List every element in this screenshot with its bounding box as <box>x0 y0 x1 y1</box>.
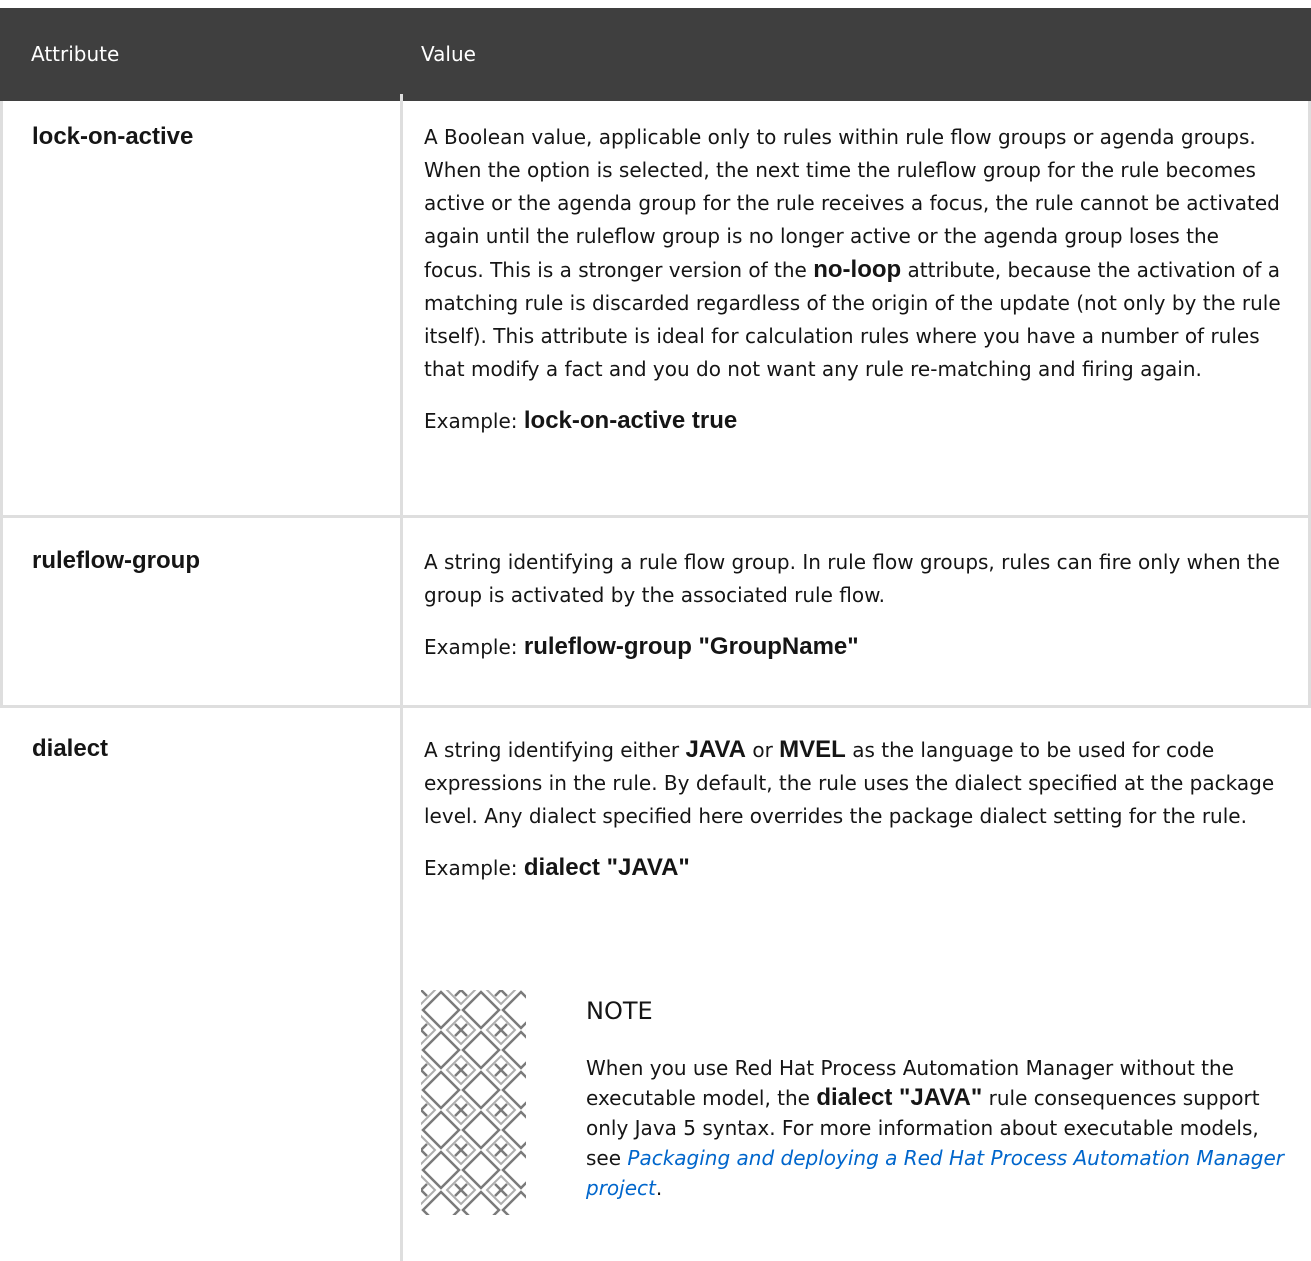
attribute-name: ruleflow-group <box>32 547 200 574</box>
example-code: ruleflow-group "GroupName" <box>523 633 859 660</box>
description-text: A string identifying either JAVA or MVEL… <box>424 736 1275 828</box>
note-pattern-icon <box>421 990 526 1215</box>
code-term: JAVA <box>685 736 746 763</box>
row-divider <box>0 515 1311 518</box>
column-header-attribute: Attribute <box>31 42 120 66</box>
example-code: dialect "JAVA" <box>523 854 690 881</box>
example-code: lock-on-active true <box>523 407 738 434</box>
column-divider <box>400 94 403 1261</box>
attributes-table: Attribute Value lock-on-active A Boolean… <box>0 0 1311 1261</box>
note-body: When you use Red Hat Process Automation … <box>586 1056 1285 1200</box>
example-line: Example: ruleflow-group "GroupName" <box>424 633 859 660</box>
attribute-name: lock-on-active <box>32 123 194 150</box>
code-term: MVEL <box>779 736 846 763</box>
table-border-left <box>0 518 3 705</box>
attribute-name: dialect <box>32 735 109 762</box>
table-border-left <box>0 101 3 515</box>
note-title: NOTE <box>586 997 653 1025</box>
code-term: dialect "JAVA" <box>816 1084 983 1111</box>
example-line: Example: lock-on-active true <box>424 407 738 434</box>
column-header-value: Value <box>421 42 476 66</box>
row-divider <box>0 705 1311 708</box>
code-term: no-loop <box>813 256 902 283</box>
description-text: A string identifying a rule flow group. … <box>424 550 1280 607</box>
table-header: Attribute Value <box>0 8 1311 101</box>
attribute-description: A Boolean value, applicable only to rule… <box>424 121 1284 438</box>
description-text: A Boolean value, applicable only to rule… <box>424 125 1281 381</box>
attribute-description: A string identifying a rule flow group. … <box>424 546 1284 664</box>
example-line: Example: dialect "JAVA" <box>424 854 690 881</box>
attribute-description: A string identifying either JAVA or MVEL… <box>424 733 1284 885</box>
packaging-guide-link[interactable]: Packaging and deploying a Red Hat Proces… <box>586 1146 1284 1200</box>
